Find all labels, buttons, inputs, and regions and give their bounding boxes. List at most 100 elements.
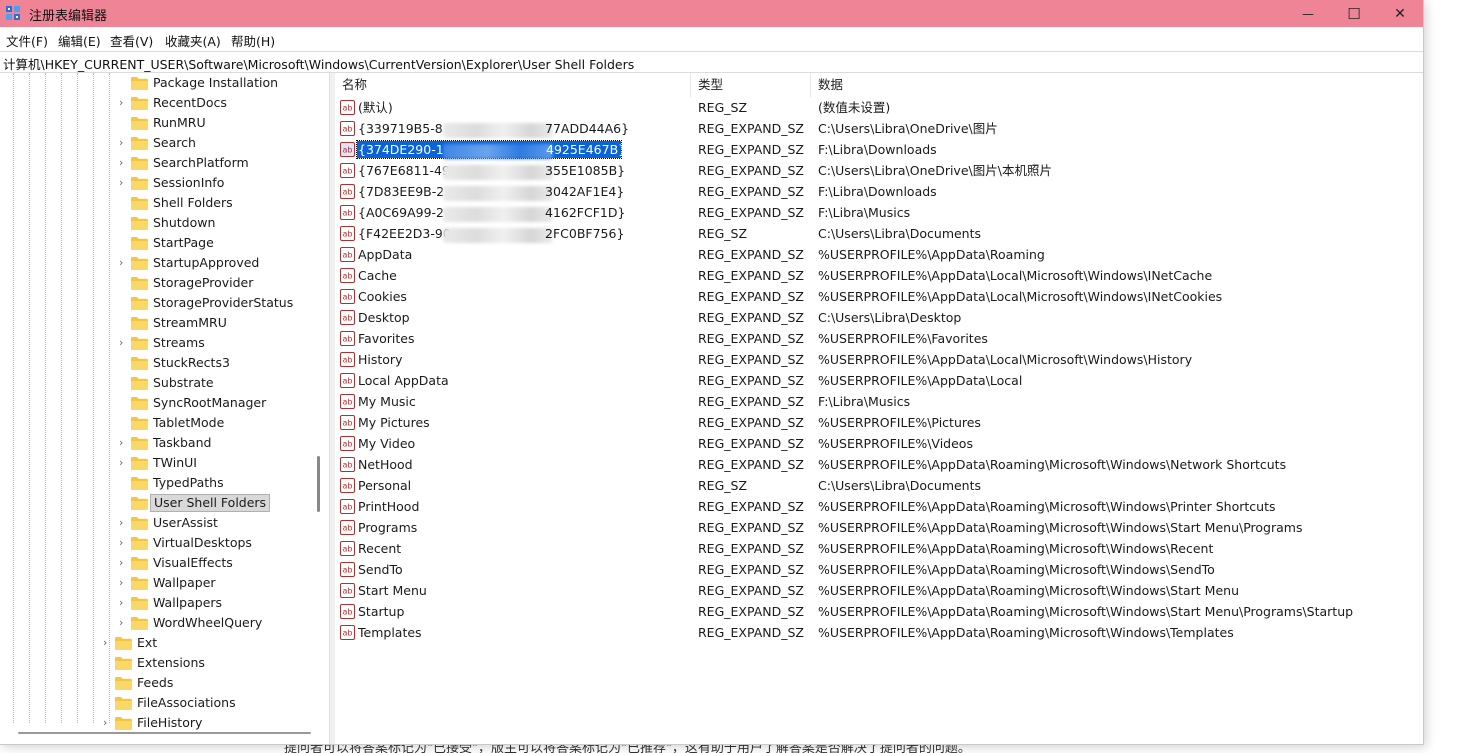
tree-item[interactable]: › Streams	[0, 333, 320, 353]
tree-item[interactable]: Package Installation	[0, 73, 320, 93]
tree-item[interactable]: User Shell Folders	[0, 493, 320, 513]
value-row[interactable]: ab {7D83EE9B-2 3042AF1E4} REG_EXPAND_SZ F:\L…	[335, 181, 1423, 202]
tree-item[interactable]: Feeds	[0, 673, 320, 693]
column-header-type[interactable]: 类型	[691, 73, 811, 97]
maximize-button[interactable]: ☐	[1331, 0, 1377, 27]
value-row[interactable]: ab Programs REG_EXPAND_SZ %USERPROFILE%\App…	[335, 517, 1423, 538]
tree-item[interactable]: StorageProvider	[0, 273, 320, 293]
value-row[interactable]: ab Favorites REG_EXPAND_SZ %USERPROFILE%\Fa…	[335, 328, 1423, 349]
value-row[interactable]: ab Cache REG_EXPAND_SZ %USERPROFILE%\AppDat…	[335, 265, 1423, 286]
tree-item[interactable]: Substrate	[0, 373, 320, 393]
tree-horizontal-scrollbar[interactable]	[18, 732, 311, 734]
value-name-start: {339719B5-8	[358, 121, 443, 136]
chevron-right-icon[interactable]: ›	[119, 436, 129, 450]
value-row[interactable]: ab My Video REG_EXPAND_SZ %USERPROFILE%\Vid…	[335, 433, 1423, 454]
tree-item[interactable]: TabletMode	[0, 413, 320, 433]
key-tree-pane[interactable]: Package Installation › RecentDocs RunMRU › Se…	[0, 73, 329, 743]
tree-item[interactable]: › Taskband	[0, 433, 320, 453]
chevron-right-icon[interactable]: ›	[119, 96, 129, 110]
value-row[interactable]: ab History REG_EXPAND_SZ %USERPROFILE%\AppD…	[335, 349, 1423, 370]
column-header-data[interactable]: 数据	[811, 73, 1423, 97]
tree-item[interactable]: › Search	[0, 133, 320, 153]
folder-icon	[131, 237, 148, 250]
tree-item[interactable]: › Wallpaper	[0, 573, 320, 593]
chevron-right-icon[interactable]: ›	[119, 576, 129, 590]
chevron-right-icon[interactable]: ›	[119, 516, 129, 530]
tree-item[interactable]: StuckRects3	[0, 353, 320, 373]
tree-item[interactable]: › Ext	[0, 633, 320, 653]
value-row[interactable]: ab Start Menu REG_EXPAND_SZ %USERPROFILE%\A…	[335, 580, 1423, 601]
tree-item[interactable]: › UserAssist	[0, 513, 320, 533]
tree-item[interactable]: StreamMRU	[0, 313, 320, 333]
value-row[interactable]: ab SendTo REG_EXPAND_SZ %USERPROFILE%\AppDa…	[335, 559, 1423, 580]
menu-edit[interactable]: 编辑(E)	[58, 31, 101, 50]
value-row[interactable]: ab AppData REG_EXPAND_SZ %USERPROFILE%\AppD…	[335, 244, 1423, 265]
chevron-right-icon[interactable]: ›	[119, 616, 129, 630]
tree-item[interactable]: › StartupApproved	[0, 253, 320, 273]
tree-item[interactable]: StartPage	[0, 233, 320, 253]
chevron-right-icon[interactable]: ›	[119, 136, 129, 150]
tree-item[interactable]: FileAssociations	[0, 693, 320, 713]
tree-item[interactable]: › SessionInfo	[0, 173, 320, 193]
value-list-pane[interactable]: 名称 类型 数据 ab (默认) REG_SZ (数值未设置) ab {339719B5-…	[335, 73, 1423, 744]
value-row[interactable]: ab Recent REG_EXPAND_SZ %USERPROFILE%\AppDa…	[335, 538, 1423, 559]
title-bar[interactable]: 注册表编辑器 — ☐ ✕	[0, 0, 1423, 27]
tree-item[interactable]: TypedPaths	[0, 473, 320, 493]
value-row[interactable]: ab PrintHood REG_EXPAND_SZ %USERPROFILE%\Ap…	[335, 496, 1423, 517]
value-name: PrintHood	[358, 499, 420, 514]
tree-item[interactable]: RunMRU	[0, 113, 320, 133]
value-row[interactable]: ab Startup REG_EXPAND_SZ %USERPROFILE%\AppD…	[335, 601, 1423, 622]
tree-vertical-scrollbar[interactable]	[317, 456, 320, 512]
address-path[interactable]: 计算机\HKEY_CURRENT_USER\Software\Microsoft…	[3, 54, 634, 73]
chevron-right-icon[interactable]: ›	[119, 456, 129, 470]
value-row[interactable]: ab My Pictures REG_EXPAND_SZ %USERPROFILE%\…	[335, 412, 1423, 433]
address-bar[interactable]: 计算机\HKEY_CURRENT_USER\Software\Microsoft…	[0, 51, 1423, 73]
tree-item[interactable]: Shell Folders	[0, 193, 320, 213]
tree-item[interactable]: › VirtualDesktops	[0, 533, 320, 553]
tree-item[interactable]: › RecentDocs	[0, 93, 320, 113]
tree-item[interactable]: › VisualEffects	[0, 553, 320, 573]
menu-help[interactable]: 帮助(H)	[231, 31, 275, 50]
value-row[interactable]: ab NetHood REG_EXPAND_SZ %USERPROFILE%\AppD…	[335, 454, 1423, 475]
menu-file[interactable]: 文件(F)	[6, 31, 48, 50]
chevron-right-icon[interactable]: ›	[119, 156, 129, 170]
value-row[interactable]: ab {339719B5-8 77ADD44A6} REG_EXPAND_SZ C:\U…	[335, 118, 1423, 139]
menu-favorites[interactable]: 收藏夹(A)	[165, 31, 221, 50]
close-button[interactable]: ✕	[1377, 0, 1423, 27]
chevron-right-icon[interactable]: ›	[119, 256, 129, 270]
chevron-right-icon[interactable]: ›	[119, 536, 129, 550]
value-row[interactable]: ab {F42EE2D3-90 2FC0BF756} REG_SZ C:\Users\L…	[335, 223, 1423, 244]
minimize-button[interactable]: —	[1285, 0, 1331, 27]
value-row[interactable]: ab My Music REG_EXPAND_SZ F:\Libra\Musics	[335, 391, 1423, 412]
chevron-right-icon[interactable]: ›	[119, 596, 129, 610]
tree-item[interactable]: SyncRootManager	[0, 393, 320, 413]
menu-view[interactable]: 查看(V)	[110, 31, 153, 50]
value-row[interactable]: ab Personal REG_SZ C:\Users\Libra\Documents	[335, 475, 1423, 496]
chevron-right-icon[interactable]: ›	[103, 636, 113, 650]
tree-item[interactable]: Shutdown	[0, 213, 320, 233]
tree-item[interactable]: › Wallpapers	[0, 593, 320, 613]
value-row[interactable]: ab {374DE290-1 4925E467B} REG_EXPAND_SZ F:\L…	[335, 139, 1423, 160]
svg-text:ab: ab	[343, 272, 353, 281]
value-row[interactable]: ab {A0C69A99-2 4162FCF1D} REG_EXPAND_SZ F:\L…	[335, 202, 1423, 223]
column-header-name[interactable]: 名称	[335, 73, 691, 97]
chevron-right-icon[interactable]: ›	[103, 716, 113, 730]
chevron-right-icon[interactable]: ›	[119, 336, 129, 350]
value-row[interactable]: ab Templates REG_EXPAND_SZ %USERPROFILE%\Ap…	[335, 622, 1423, 643]
value-row[interactable]: ab Local AppData REG_EXPAND_SZ %USERPROFILE…	[335, 370, 1423, 391]
value-name-end: 3042AF1E4}	[545, 184, 625, 199]
tree-item[interactable]: › SearchPlatform	[0, 153, 320, 173]
value-row[interactable]: ab (默认) REG_SZ (数值未设置)	[335, 97, 1423, 118]
value-row[interactable]: ab {767E6811-49 355E1085B} REG_EXPAND_SZ C:\…	[335, 160, 1423, 181]
tree-item[interactable]: Extensions	[0, 653, 320, 673]
value-row[interactable]: ab Cookies REG_EXPAND_SZ %USERPROFILE%\AppD…	[335, 286, 1423, 307]
value-row[interactable]: ab Desktop REG_EXPAND_SZ C:\Users\Libra\Des…	[335, 307, 1423, 328]
string-value-icon: ab	[340, 541, 355, 556]
chevron-right-icon[interactable]: ›	[119, 556, 129, 570]
tree-item[interactable]: › FileHistory	[0, 713, 320, 733]
chevron-right-icon[interactable]: ›	[119, 176, 129, 190]
tree-item[interactable]: › TWinUI	[0, 453, 320, 473]
string-value-icon: ab	[340, 268, 355, 283]
tree-item[interactable]: › WordWheelQuery	[0, 613, 320, 633]
tree-item[interactable]: StorageProviderStatus	[0, 293, 320, 313]
